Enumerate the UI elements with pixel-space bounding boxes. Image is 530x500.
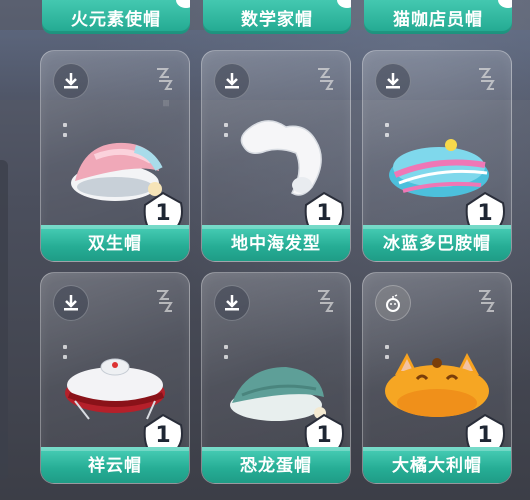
top-label-2[interactable]: 数学家帽 bbox=[203, 0, 351, 34]
item-card-4[interactable]: 1 祥云帽 bbox=[40, 272, 190, 484]
item-label: 恐龙蛋帽 bbox=[202, 447, 350, 483]
item-card-1[interactable]: ||| 1 双生帽 bbox=[40, 50, 190, 262]
item-label: 祥云帽 bbox=[41, 447, 189, 483]
top-label-3[interactable]: 猫咖店员帽 bbox=[364, 0, 512, 34]
download-icon[interactable] bbox=[214, 285, 250, 321]
item-label: 双生帽 bbox=[41, 225, 189, 261]
download-icon[interactable] bbox=[375, 63, 411, 99]
bomb-icon[interactable] bbox=[375, 285, 411, 321]
item-card-3[interactable]: 1 冰蓝多巴胺帽 bbox=[362, 50, 512, 262]
download-icon[interactable] bbox=[53, 285, 89, 321]
top-label-1[interactable]: 火元素使帽 bbox=[42, 0, 190, 34]
item-card-5[interactable]: 1 恐龙蛋帽 bbox=[201, 272, 351, 484]
download-icon[interactable] bbox=[214, 63, 250, 99]
item-label: 地中海发型 bbox=[202, 225, 350, 261]
item-label: 大橘大利帽 bbox=[363, 447, 511, 483]
left-edge-panel bbox=[0, 160, 8, 480]
item-label: 冰蓝多巴胺帽 bbox=[363, 225, 511, 261]
item-card-2[interactable]: 1 地中海发型 bbox=[201, 50, 351, 262]
item-card-6[interactable]: 1 大橘大利帽 bbox=[362, 272, 512, 484]
download-icon[interactable] bbox=[53, 63, 89, 99]
